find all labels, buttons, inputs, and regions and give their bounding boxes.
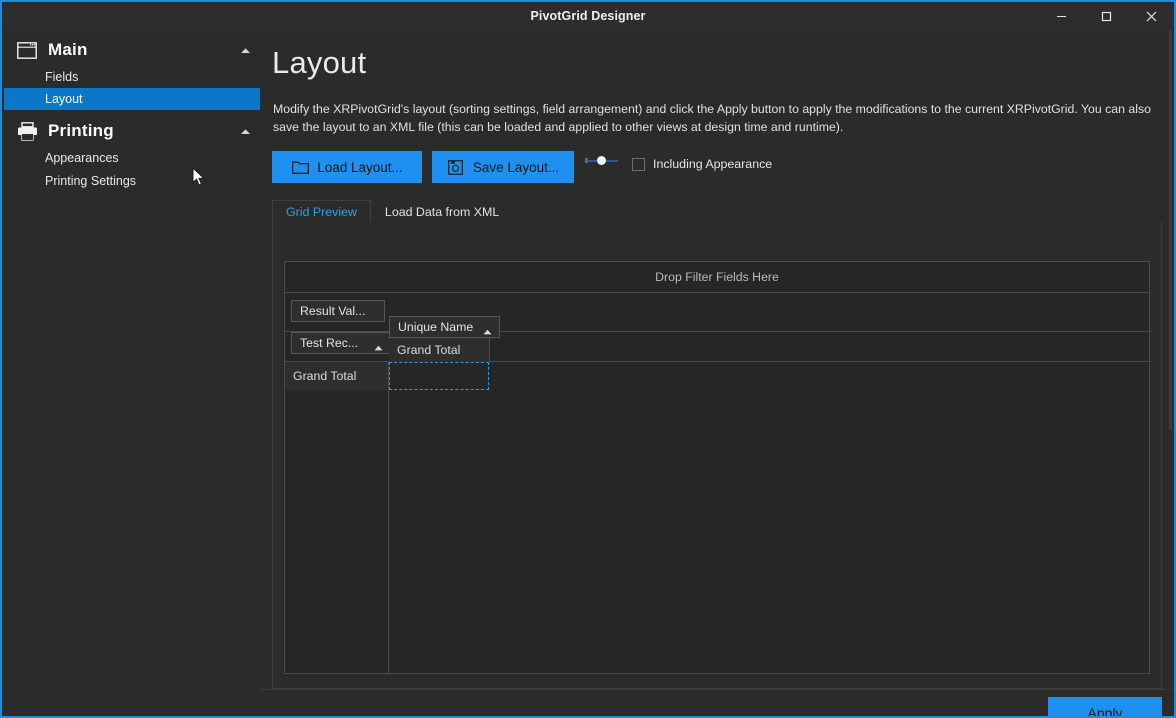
page-title: Layout (272, 45, 367, 80)
tab-load-data-from-xml[interactable]: Load Data from XML (371, 200, 513, 223)
grid-line (285, 673, 1151, 674)
pivot-selected-cell[interactable] (389, 362, 489, 390)
window-title: PivotGrid Designer (530, 9, 646, 23)
apply-button[interactable]: Apply (1048, 697, 1162, 718)
slider-knob[interactable] (597, 156, 606, 165)
save-disk-icon (447, 158, 465, 176)
sidebar-item-label: Printing Settings (45, 174, 137, 188)
main-panel: Layout Modify the XRPivotGrid's layout (… (260, 30, 1174, 718)
sidebar-group-main[interactable]: Main (4, 34, 260, 66)
window-icon (14, 39, 40, 61)
tab-label: Load Data from XML (384, 204, 500, 219)
tab-label: Grid Preview (286, 204, 357, 219)
pivot-data-field[interactable]: Result Val... (291, 300, 385, 322)
checkbox-box[interactable] (632, 157, 645, 171)
chevron-up-icon[interactable] (238, 45, 252, 55)
tab-grid-preview[interactable]: Grid Preview (272, 200, 371, 223)
pivot-grid[interactable]: Drop Filter Fields Here Result Val... Te… (284, 261, 1151, 674)
pivot-body: Result Val... Test Rec... Unique Name Gr… (285, 293, 1151, 674)
sidebar-item-label: Appearances (45, 151, 119, 165)
scrollbar-thumb[interactable] (1169, 30, 1172, 430)
page-description: Modify the XRPivotGrid's layout (sorting… (273, 102, 1151, 134)
filter-placeholder-label: Drop Filter Fields Here (655, 270, 779, 284)
pivot-row-field[interactable]: Test Rec... (291, 332, 391, 354)
vertical-scrollbar[interactable] (1169, 30, 1172, 716)
footer: Apply (260, 689, 1174, 718)
appearance-slider[interactable] (585, 155, 620, 167)
including-appearance-label: Including Appearance (653, 157, 773, 171)
pivotgrid-designer-window: PivotGrid Designer Main Fields Layout Pr… (0, 0, 1176, 718)
tab-strip: Grid Preview Load Data from XML (272, 200, 1162, 223)
sort-ascending-icon[interactable] (483, 324, 492, 335)
load-layout-button[interactable]: Load Layout... (272, 151, 422, 183)
pivot-row-grand-total-label: Grand Total (293, 369, 357, 383)
pivot-row-field-label: Test Rec... (300, 336, 359, 350)
sidebar-item-printing-settings[interactable]: Printing Settings (4, 170, 260, 192)
save-layout-button[interactable]: Save Layout... (432, 151, 574, 183)
pivot-column-grand-total-header[interactable]: Grand Total (389, 338, 490, 362)
sidebar-item-appearances[interactable]: Appearances (4, 147, 260, 169)
sidebar-item-label: Layout (45, 92, 83, 106)
including-appearance-checkbox[interactable]: Including Appearance (632, 157, 772, 171)
toolbar: Load Layout... Save Layout... Including … (272, 151, 1162, 187)
sidebar-item-layout[interactable]: Layout (4, 88, 260, 110)
pivot-data-field-label: Result Val... (300, 304, 366, 318)
chevron-up-icon[interactable] (238, 126, 252, 136)
save-layout-label: Save Layout... (472, 159, 560, 175)
pivot-column-field-label: Unique Name (398, 320, 474, 334)
pivot-column-grand-total-label: Grand Total (397, 343, 461, 357)
sidebar-item-fields[interactable]: Fields (4, 66, 260, 88)
sort-ascending-icon[interactable] (374, 340, 383, 351)
sidebar: Main Fields Layout Printing Appearances … (4, 30, 260, 716)
load-layout-label: Load Layout... (317, 159, 403, 175)
pivot-column-field[interactable]: Unique Name (389, 316, 500, 338)
title-bar[interactable]: PivotGrid Designer (2, 2, 1174, 30)
grid-line (388, 362, 389, 674)
apply-label: Apply (1087, 705, 1123, 718)
tab-panel-grid-preview: Drop Filter Fields Here Result Val... Te… (272, 222, 1162, 689)
close-button[interactable] (1129, 2, 1174, 30)
sidebar-group-printing[interactable]: Printing (4, 115, 260, 147)
minimize-button[interactable] (1039, 2, 1084, 30)
folder-icon (291, 158, 309, 176)
sidebar-group-label: Main (48, 40, 88, 59)
sidebar-group-label: Printing (48, 121, 114, 140)
pivot-filter-drop-area[interactable]: Drop Filter Fields Here (285, 262, 1149, 293)
sidebar-item-label: Fields (45, 70, 79, 84)
printer-icon (14, 120, 40, 142)
maximize-button[interactable] (1084, 2, 1129, 30)
pivot-row-grand-total-header[interactable]: Grand Total (285, 362, 388, 390)
